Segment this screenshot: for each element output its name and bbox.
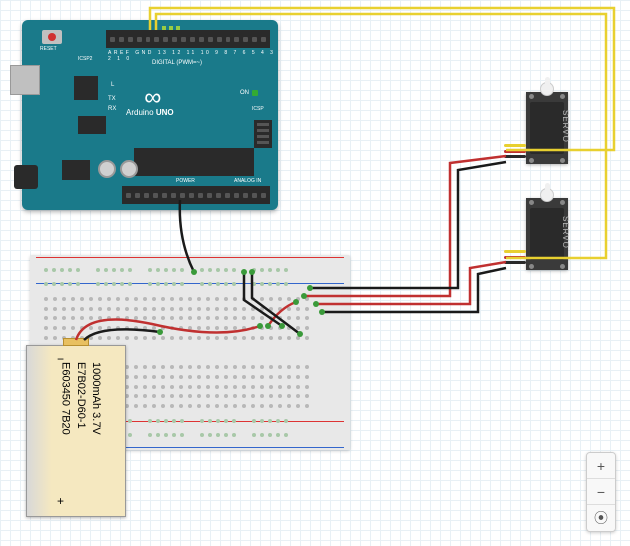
capacitor	[120, 160, 138, 178]
digital-label: DIGITAL (PWM=~)	[152, 60, 202, 66]
analog-label: ANALOG IN	[234, 178, 261, 184]
zoom-fit-button[interactable]: ⦿	[587, 505, 615, 531]
on-label: ON	[240, 90, 249, 96]
servo-horn	[540, 188, 554, 202]
battery-text: E603450 7B20 E7B02-D60-1 1000mAh 3.7V	[57, 362, 103, 435]
battery-plus: +	[57, 494, 64, 508]
reset-label: RESET	[40, 46, 57, 52]
power-rail-top-neg[interactable]	[38, 273, 342, 295]
servo-motor-1[interactable]: SERVO	[526, 92, 568, 164]
servo-motor-2[interactable]: SERVO	[526, 198, 568, 270]
zoom-controls: + − ⦿	[586, 452, 616, 532]
diagram-canvas: RESET ICSP2 AREF GND 13 12 11 10 9 8 7 6…	[0, 0, 630, 546]
power-label: POWER	[176, 178, 195, 184]
icsp2-label: ICSP	[252, 106, 264, 112]
crystal	[78, 116, 106, 134]
servo-label: SERVO	[561, 110, 570, 143]
atmega328	[134, 148, 254, 176]
zoom-in-button[interactable]: +	[587, 453, 615, 479]
lipo-battery[interactable]: − E603450 7B20 E7B02-D60-1 1000mAh 3.7V …	[26, 345, 126, 517]
tx-label: TX	[108, 96, 116, 102]
servo-label: SERVO	[561, 216, 570, 249]
power-jack	[14, 165, 38, 189]
icsp-label: ICSP2	[78, 56, 92, 62]
digital-header[interactable]	[106, 30, 270, 48]
atmega16u2	[74, 76, 98, 100]
capacitor	[98, 160, 116, 178]
reset-button[interactable]	[42, 30, 62, 44]
power-analog-header[interactable]	[122, 186, 270, 204]
voltage-regulator	[62, 160, 90, 180]
servo-horn	[540, 82, 554, 96]
on-led	[252, 90, 258, 96]
servo-leads	[504, 250, 526, 264]
battery-tab	[63, 338, 89, 346]
zoom-out-button[interactable]: −	[587, 479, 615, 505]
servo-leads	[504, 144, 526, 158]
usb-port	[10, 65, 40, 95]
l-label: L	[111, 82, 114, 88]
arduino-board[interactable]: RESET ICSP2 AREF GND 13 12 11 10 9 8 7 6…	[22, 20, 278, 210]
rx-label: RX	[108, 106, 116, 112]
icsp-header[interactable]	[254, 120, 272, 148]
arduino-logo: ∞ Arduino UNO	[126, 88, 174, 117]
